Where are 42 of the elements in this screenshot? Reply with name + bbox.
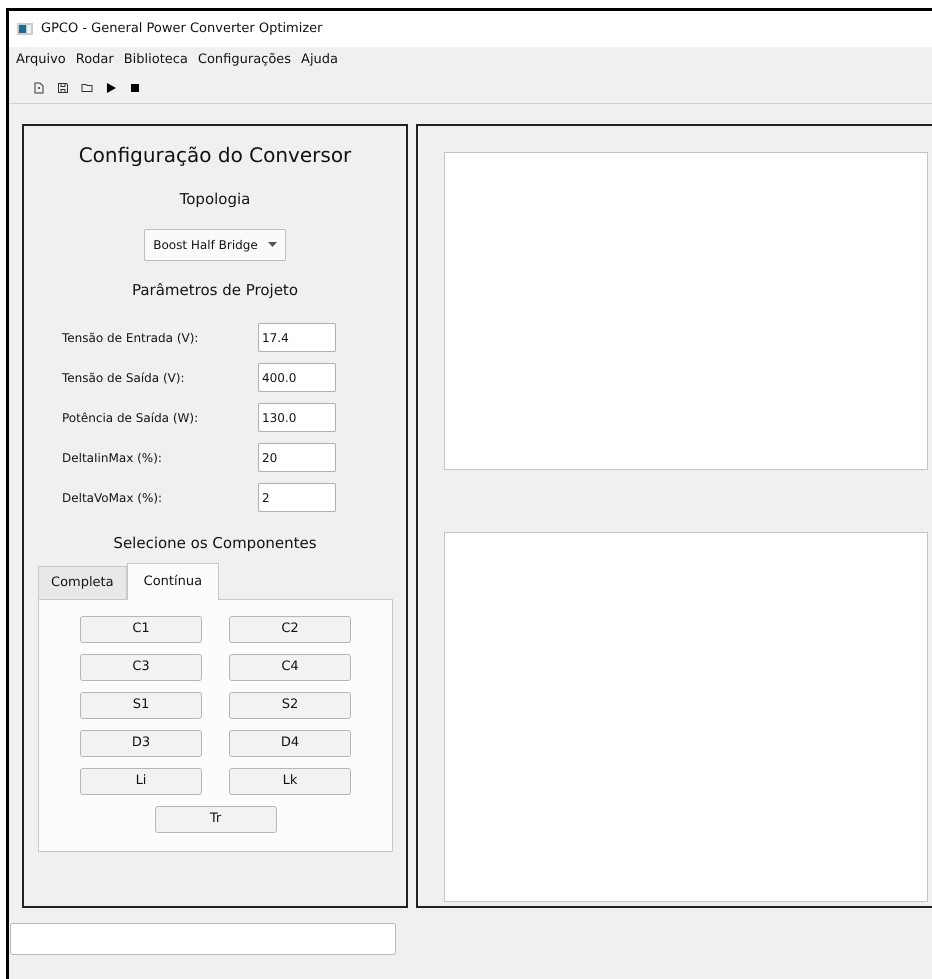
menu-item[interactable]: Configurações [192, 50, 296, 70]
component-button[interactable]: D3 [80, 730, 202, 756]
menu-item[interactable]: Biblioteca [118, 50, 193, 70]
parameter-label: DeltaVoMax (%): [62, 490, 164, 506]
window-title: GPCO - General Power Converter Optimizer [41, 20, 322, 38]
menu-item[interactable]: Arquivo [11, 50, 71, 70]
component-button[interactable]: S1 [80, 692, 202, 718]
save-icon[interactable] [57, 82, 69, 94]
new-file-icon[interactable] [33, 82, 45, 94]
menu-item[interactable]: Ajuda [296, 50, 344, 70]
stop-icon[interactable] [129, 82, 141, 94]
section-title: Selecione os Componentes [113, 533, 317, 554]
section-title: Topologia [180, 189, 250, 210]
parameter-field[interactable]: 20 [258, 443, 336, 472]
tab[interactable]: Contínua [126, 562, 220, 600]
parameter-field[interactable]: 130.0 [258, 403, 336, 432]
component-button[interactable]: S2 [229, 692, 351, 718]
component-button[interactable]: Li [80, 768, 202, 794]
parameter-label: DeltaIinMax (%): [62, 450, 163, 466]
app-icon [17, 23, 33, 35]
status-field[interactable] [10, 923, 396, 955]
component-button[interactable]: C2 [229, 616, 351, 642]
panel-title: Configuração do Conversor [78, 142, 352, 169]
component-button[interactable]: Lk [229, 768, 351, 794]
menu-item[interactable]: Rodar [70, 50, 119, 70]
parameter-field[interactable]: 17.4 [258, 323, 336, 352]
component-button[interactable]: Tr [154, 806, 276, 832]
folder-icon[interactable] [81, 82, 93, 94]
parameter-label: Tensão de Saída (V): [62, 370, 186, 386]
tab[interactable]: Completa [38, 566, 127, 598]
component-button[interactable]: C4 [229, 654, 351, 680]
parameter-label: Potência de Saída (W): [62, 410, 200, 426]
caret-icon [268, 242, 277, 247]
parameter-field[interactable]: 400.0 [258, 363, 336, 392]
section-title: Parâmetros de Projeto [132, 280, 298, 300]
parameter-label: Tensão de Entrada (V): [62, 330, 200, 346]
play-icon[interactable] [105, 82, 117, 94]
topology-dropdown[interactable]: Boost Half Bridge [144, 228, 286, 260]
component-button[interactable]: C1 [80, 616, 202, 642]
component-button[interactable]: C3 [80, 654, 202, 680]
component-button[interactable]: D4 [229, 730, 351, 756]
parameter-field[interactable]: 2 [258, 483, 336, 512]
